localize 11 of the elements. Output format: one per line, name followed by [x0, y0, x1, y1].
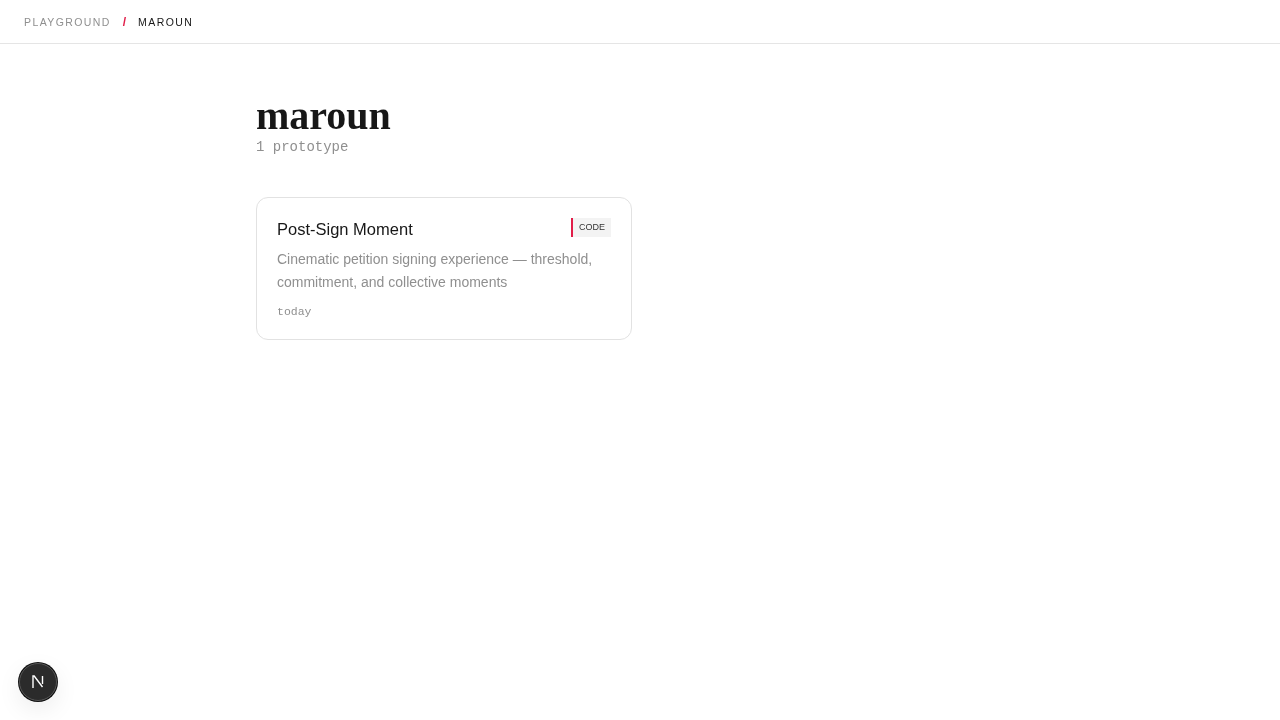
prototype-card[interactable]: Post-Sign Moment CODE Cinematic petition signing experience — threshold, commitment, and collective moments today	[256, 197, 632, 340]
logo-icon	[31, 675, 45, 689]
breadcrumb-separator: /	[122, 14, 127, 29]
type-badge: CODE	[571, 218, 611, 237]
card-date: today	[277, 304, 312, 320]
breadcrumb-link[interactable]: MAROUN	[138, 14, 194, 29]
page-title: maroun	[256, 94, 391, 138]
logo-button[interactable]	[19, 663, 57, 701]
prototype-count: 1 prototype	[256, 138, 349, 156]
card-title: Post-Sign Moment	[277, 219, 413, 240]
card-description: Cinematic petition signing experience — threshold, commitment, and collective moments	[277, 250, 594, 292]
